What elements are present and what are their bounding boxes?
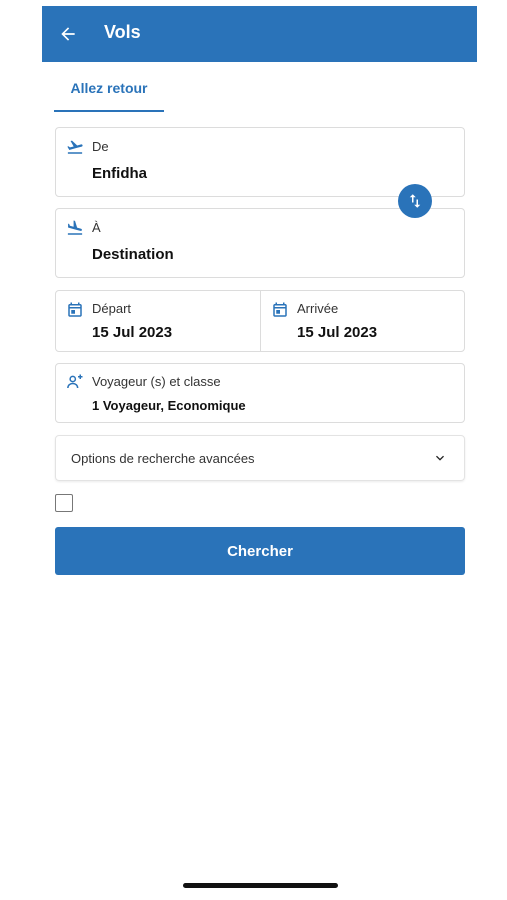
swap-locations-button[interactable] (398, 184, 432, 218)
option-checkbox[interactable] (55, 494, 73, 512)
top-app-bar: Vols (42, 6, 477, 62)
search-button[interactable]: Chercher (55, 527, 465, 575)
search-button-label: Chercher (227, 542, 293, 560)
arrival-label: Arrivée (297, 301, 339, 316)
travelers-label: Voyageur (s) et classe (92, 374, 221, 389)
travelers-class-field[interactable]: Voyageur (s) et classe 1 Voyageur, Econo… (55, 363, 465, 423)
advanced-options-label: Options de recherche avancées (71, 451, 255, 466)
departure-label: Départ (92, 301, 132, 316)
dates-row: Départ 15 Jul 2023 Arrivée 15 Jul 2023 (55, 290, 465, 352)
arrival-date-field[interactable]: Arrivée 15 Jul 2023 (261, 291, 465, 351)
back-button[interactable] (54, 20, 82, 48)
chevron-down-icon (436, 455, 444, 461)
page-title: Vols (104, 22, 141, 42)
app-screen: Vols Allez retour De Enfidha À Destinati… (42, 6, 477, 900)
swap-vertical-icon (409, 194, 421, 208)
from-value: Enfidha (92, 165, 147, 182)
to-value: Destination (92, 246, 174, 263)
travelers-value: 1 Voyageur, Economique (92, 398, 246, 413)
to-field[interactable]: À Destination (55, 208, 465, 278)
calendar-icon (273, 302, 287, 317)
arrival-value: 15 Jul 2023 (297, 324, 378, 341)
plane-landing-icon (67, 220, 83, 235)
plane-takeoff-icon (67, 140, 83, 154)
to-label: À (92, 220, 101, 235)
advanced-options-dropdown[interactable]: Options de recherche avancées (55, 435, 465, 481)
tab-active-indicator (54, 110, 164, 112)
from-label: De (92, 139, 109, 154)
home-indicator (183, 883, 338, 888)
tab-label: Allez retour (70, 80, 148, 96)
from-field[interactable]: De Enfidha (55, 127, 465, 197)
person-add-icon (67, 374, 83, 389)
calendar-icon (68, 302, 82, 317)
arrow-left-icon (61, 27, 75, 41)
tab-allez-retour[interactable]: Allez retour (54, 64, 164, 112)
departure-date-field[interactable]: Départ 15 Jul 2023 (56, 291, 261, 351)
departure-value: 15 Jul 2023 (92, 324, 173, 341)
